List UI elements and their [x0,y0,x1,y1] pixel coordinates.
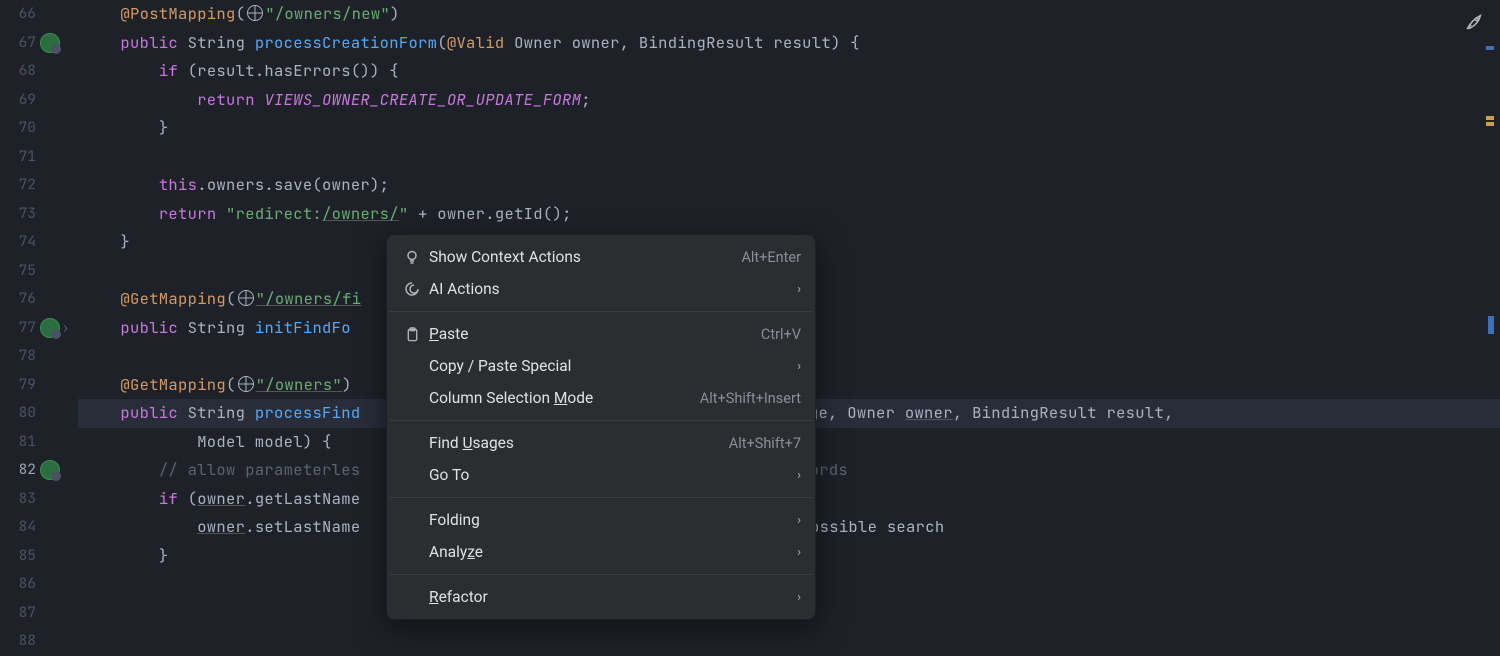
menu-shortcut: Ctrl+V [761,326,801,343]
menu-refactor[interactable]: Refactor › [387,581,815,613]
run-rocket-icon[interactable] [1462,10,1486,34]
marker[interactable] [1486,122,1494,126]
line-number: 88 [0,627,36,656]
submenu-chevron-icon: › [789,545,801,560]
line-number: 66 [0,0,36,29]
menu-ai-actions[interactable]: AI Actions › [387,273,815,305]
line-number: 87 [0,599,36,628]
menu-find-usages[interactable]: Find Usages Alt+Shift+7 [387,427,815,459]
submenu-chevron-icon: › [789,359,801,374]
menu-label: Folding [423,511,789,529]
menu-shortcut: Alt+Shift+7 [729,435,801,452]
menu-shortcut: Alt+Shift+Insert [700,390,801,407]
menu-label: Show Context Actions [423,248,741,266]
menu-folding[interactable]: Folding › [387,504,815,536]
ai-spiral-icon [401,281,423,297]
clipboard-icon [401,327,423,342]
menu-label: AI Actions [423,280,789,298]
line-number: 70 [0,114,36,143]
marker[interactable] [1488,316,1494,334]
menu-label: Find Usages [423,434,729,452]
code-editor[interactable]: 6667686970717273747576777879808182838485… [0,0,1500,600]
gutter: 6667686970717273747576777879808182838485… [0,0,78,600]
menu-label: Analyze [423,543,789,561]
marker[interactable] [1486,46,1494,50]
submenu-chevron-icon: › [789,513,801,528]
web-globe-icon [238,376,254,392]
gutter-web-icon[interactable] [40,33,60,53]
line-number: 78 [0,342,36,371]
bulb-icon [401,249,423,265]
menu-label: Paste [423,325,761,343]
gutter-web-icon[interactable] [40,460,60,480]
fold-chevron-icon[interactable]: › [62,314,69,343]
submenu-chevron-icon: › [789,590,801,605]
line-number: 69 [0,86,36,115]
line-number: 85 [0,542,36,571]
line-number: 68 [0,57,36,86]
menu-column-selection-mode[interactable]: Column Selection Mode Alt+Shift+Insert [387,382,815,414]
submenu-chevron-icon: › [789,468,801,483]
menu-shortcut: Alt+Enter [741,249,801,266]
line-number: 71 [0,143,36,172]
line-number: 80 [0,399,36,428]
line-number: 67 [0,29,36,58]
web-globe-icon [238,290,254,306]
menu-label: Copy / Paste Special [423,357,789,375]
menu-separator [389,311,813,312]
menu-label: Go To [423,466,789,484]
line-number: 81 [0,428,36,457]
menu-copy-paste-special[interactable]: Copy / Paste Special › [387,350,815,382]
menu-analyze[interactable]: Analyze › [387,536,815,568]
web-globe-icon [247,5,263,21]
menu-label: Column Selection Mode [423,389,700,407]
line-number: 86 [0,570,36,599]
menu-label: Refactor [423,588,789,606]
menu-separator [389,420,813,421]
line-number: 75 [0,257,36,286]
line-number: 73 [0,200,36,229]
line-number: 82 [0,456,36,485]
menu-separator [389,497,813,498]
line-number: 72 [0,171,36,200]
menu-go-to[interactable]: Go To › [387,459,815,491]
line-number: 84 [0,513,36,542]
menu-separator [389,574,813,575]
submenu-chevron-icon: › [789,282,801,297]
line-number: 74 [0,228,36,257]
line-number: 76 [0,285,36,314]
line-number: 79 [0,371,36,400]
line-number: 77 [0,314,36,343]
editor-context-menu: Show Context Actions Alt+Enter AI Action… [386,234,816,620]
marker[interactable] [1486,116,1494,120]
menu-show-context-actions[interactable]: Show Context Actions Alt+Enter [387,241,815,273]
gutter-web-icon[interactable] [40,318,60,338]
editor-marker-strip[interactable] [1440,0,1500,600]
menu-paste[interactable]: Paste Ctrl+V [387,318,815,350]
line-number: 83 [0,485,36,514]
